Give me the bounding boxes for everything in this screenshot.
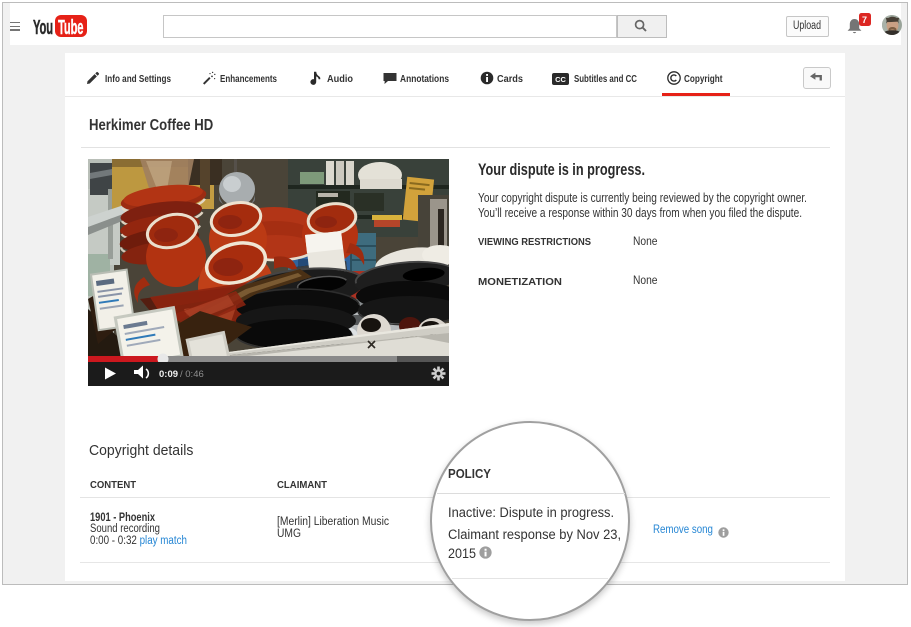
- svg-text:/ 0:46: / 0:46: [180, 369, 204, 380]
- svg-text:0:09: 0:09: [159, 369, 178, 380]
- svg-text:CC: CC: [555, 75, 566, 84]
